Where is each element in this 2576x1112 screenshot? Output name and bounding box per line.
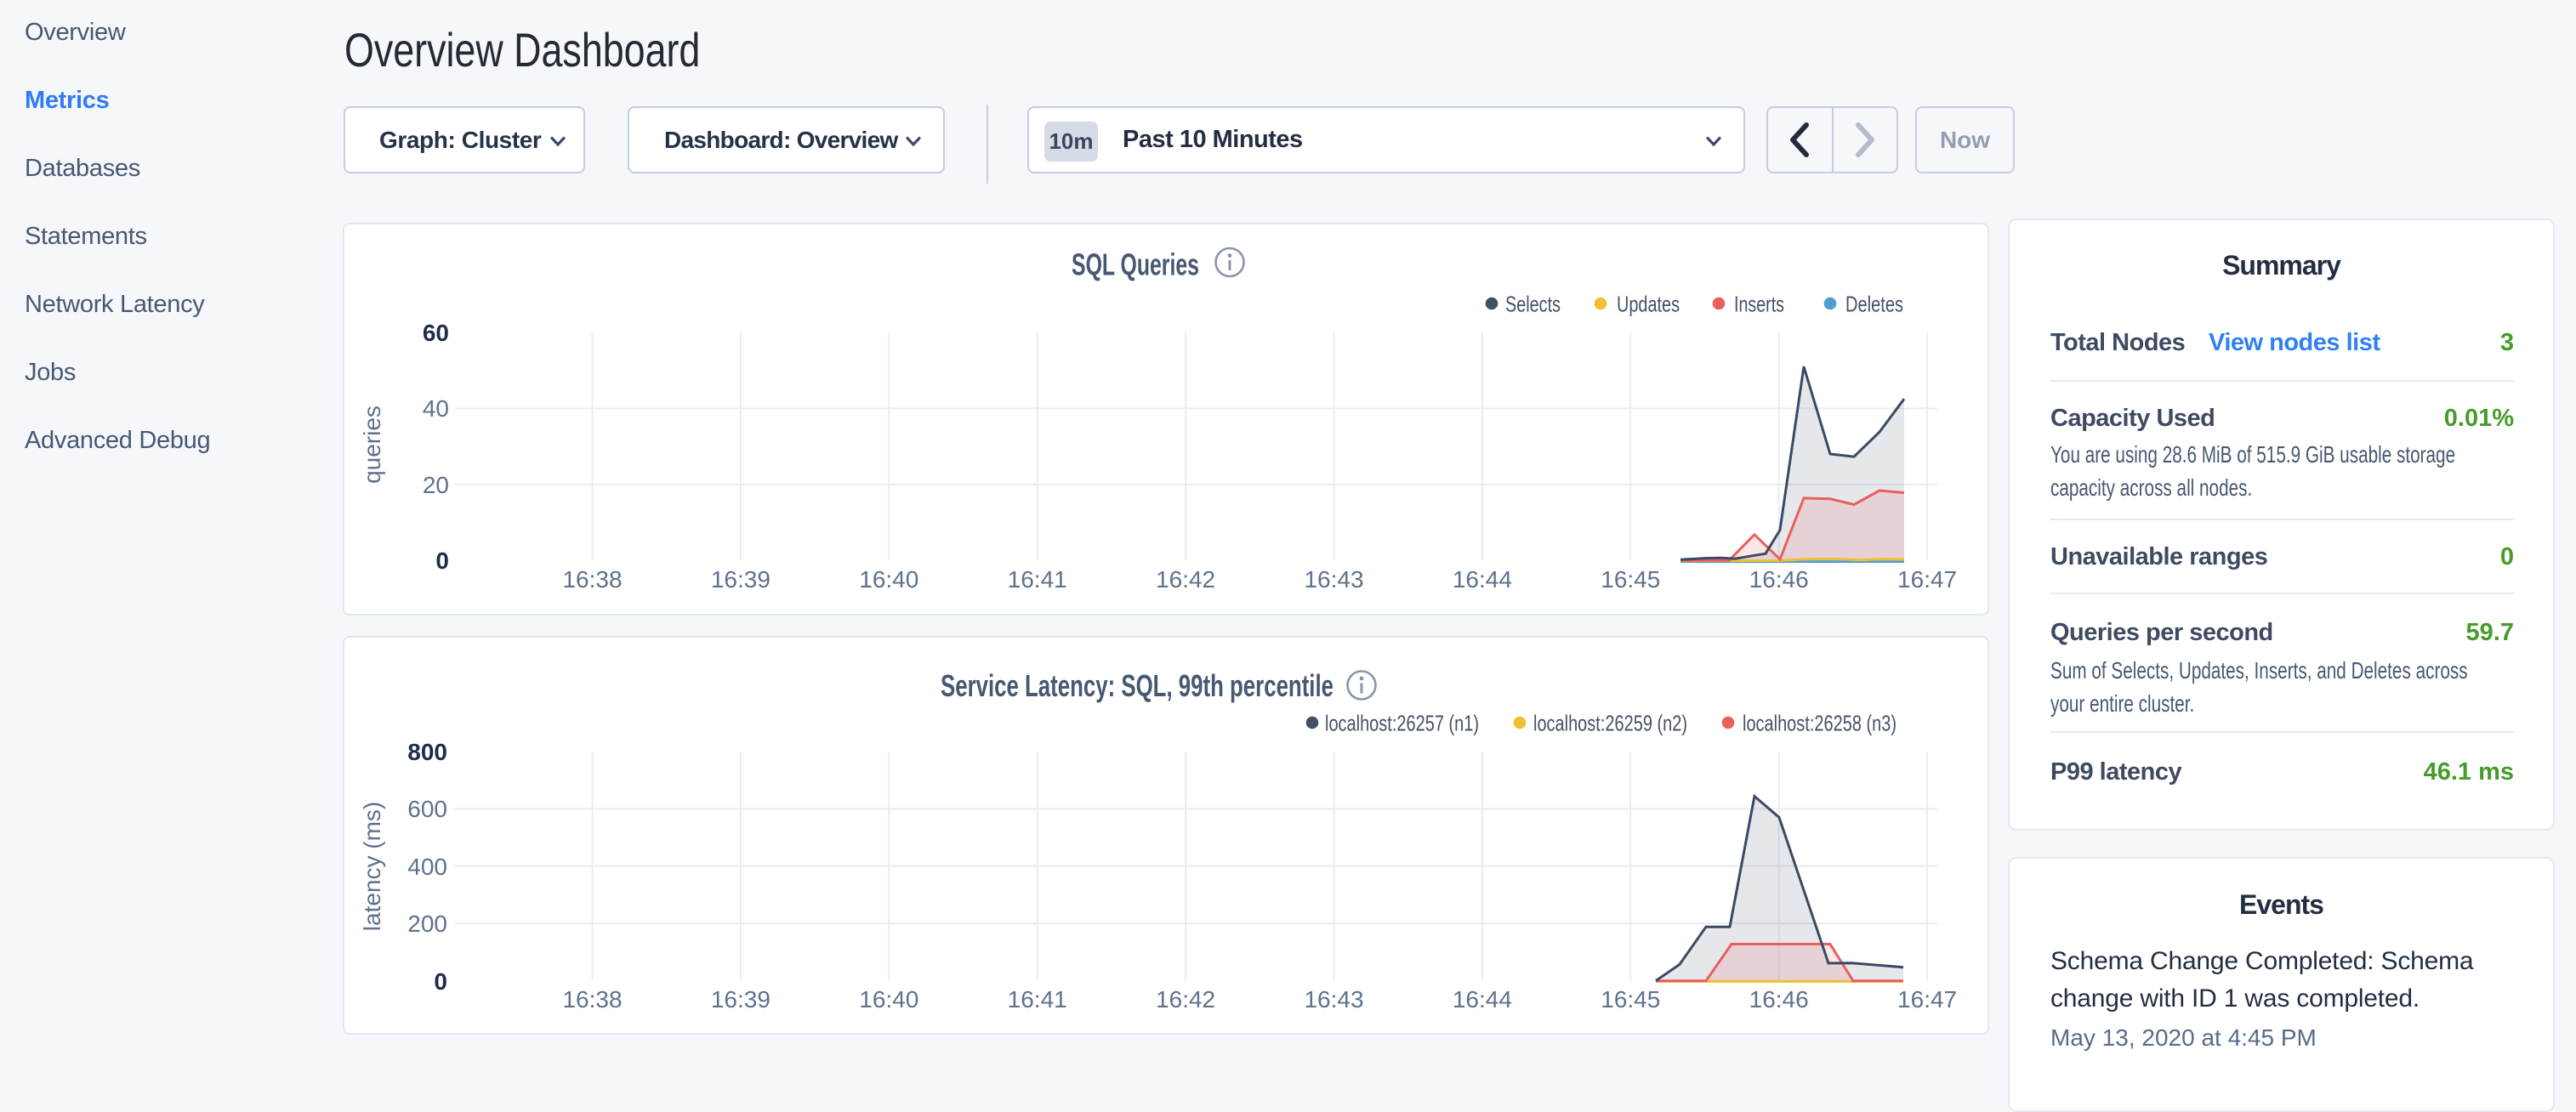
svg-text:16:40: 16:40: [859, 986, 918, 1013]
svg-text:0: 0: [435, 547, 449, 574]
svg-text:16:39: 16:39: [711, 566, 771, 593]
svg-text:20: 20: [423, 472, 449, 498]
svg-text:localhost:26257 (n1): localhost:26257 (n1): [1325, 711, 1479, 736]
svg-text:16:45: 16:45: [1601, 986, 1660, 1013]
svg-text:16:40: 16:40: [859, 566, 918, 593]
svg-text:16:41: 16:41: [1008, 566, 1067, 593]
svg-text:Service Latency: SQL, 99th per: Service Latency: SQL, 99th percentile: [941, 668, 1333, 703]
svg-text:16:43: 16:43: [1304, 986, 1363, 1013]
svg-text:localhost:26259 (n2): localhost:26259 (n2): [1533, 711, 1687, 736]
svg-text:16:38: 16:38: [562, 566, 622, 593]
svg-text:40: 40: [423, 395, 449, 422]
svg-text:16:39: 16:39: [711, 986, 771, 1013]
svg-text:latency (ms): latency (ms): [359, 802, 385, 931]
svg-text:16:46: 16:46: [1749, 986, 1809, 1013]
svg-text:Inserts: Inserts: [1734, 292, 1784, 317]
svg-text:60: 60: [423, 320, 449, 346]
svg-text:Updates: Updates: [1617, 292, 1680, 317]
svg-text:600: 600: [407, 796, 447, 822]
svg-text:400: 400: [407, 854, 447, 880]
svg-text:localhost:26258 (n3): localhost:26258 (n3): [1743, 711, 1896, 736]
svg-text:16:41: 16:41: [1008, 986, 1067, 1013]
svg-text:16:42: 16:42: [1156, 566, 1215, 593]
svg-text:16:43: 16:43: [1304, 566, 1363, 593]
svg-text:16:45: 16:45: [1601, 566, 1660, 593]
svg-text:SQL Queries: SQL Queries: [1072, 247, 1199, 282]
svg-text:16:47: 16:47: [1897, 566, 1957, 593]
svg-text:Selects: Selects: [1505, 292, 1561, 317]
svg-text:16:44: 16:44: [1453, 566, 1512, 593]
svg-text:queries: queries: [359, 406, 385, 484]
svg-text:Deletes: Deletes: [1845, 292, 1903, 317]
svg-text:16:42: 16:42: [1156, 986, 1215, 1013]
svg-text:16:46: 16:46: [1749, 566, 1809, 593]
svg-text:0: 0: [434, 968, 447, 995]
svg-text:800: 800: [407, 739, 447, 765]
svg-text:16:44: 16:44: [1453, 986, 1512, 1013]
svg-text:16:47: 16:47: [1897, 986, 1957, 1013]
svg-text:16:38: 16:38: [562, 986, 622, 1013]
svg-text:200: 200: [407, 911, 447, 937]
